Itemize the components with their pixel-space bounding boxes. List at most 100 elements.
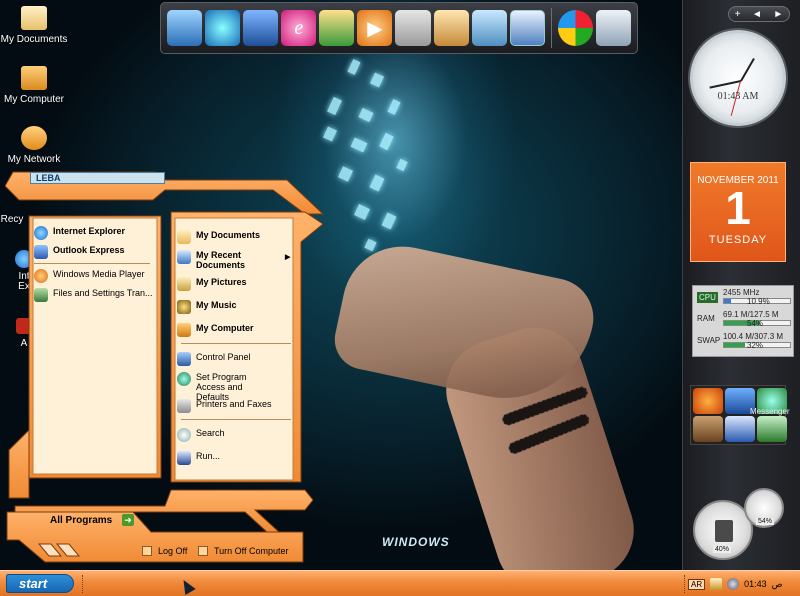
menu-item-printers-faxes[interactable]: Printers and Faxes: [177, 399, 272, 413]
menu-item-label: Run...: [196, 451, 221, 461]
wallpaper-shard: [396, 158, 408, 172]
dock-toolbar: e ▶: [160, 2, 638, 54]
menu-item-label: My Music: [196, 300, 237, 310]
start-menu-user-name: LEBA: [30, 172, 165, 184]
photo-icon[interactable]: [319, 10, 355, 46]
menu-item-my-recent-documents[interactable]: My Recent Documents ▶: [177, 250, 290, 270]
log-off-button[interactable]: Log Off: [142, 546, 187, 556]
menu-item-my-pictures[interactable]: My Pictures: [177, 277, 247, 291]
wallpaper-shard: [387, 98, 401, 116]
meter-row-cpu: CPU 2455 MHz 10.9%: [695, 288, 791, 310]
internet-explorer-icon[interactable]: e: [281, 10, 317, 46]
system-meter-gadget[interactable]: CPU 2455 MHz 10.9% RAM 69.1 M/127.5 M 54…: [692, 285, 794, 357]
word-icon[interactable]: [725, 416, 755, 442]
internet-explorer-icon: [34, 226, 48, 240]
power-icon: [198, 546, 208, 556]
pen-tool-icon[interactable]: [757, 416, 787, 442]
notes-icon[interactable]: [471, 10, 507, 46]
language-indicator[interactable]: AR: [688, 578, 706, 590]
menu-separator: [181, 419, 291, 420]
gimp-icon[interactable]: [693, 416, 723, 442]
menu-item-set-program-access[interactable]: Set Program Access and Defaults: [177, 372, 277, 402]
wallpaper-shard: [369, 174, 385, 192]
media-player-icon: [34, 269, 48, 283]
folder-icon: [21, 6, 47, 30]
recycle-bin-icon[interactable]: [595, 10, 631, 46]
wallpaper-shard: [364, 238, 377, 252]
meter-value: 2455 MHz: [723, 288, 760, 297]
calculator-icon[interactable]: [395, 10, 431, 46]
menu-item-windows-media-player[interactable]: Windows Media Player: [34, 269, 145, 283]
menu-item-my-documents[interactable]: My Documents: [177, 230, 260, 244]
menu-item-files-settings-transfer[interactable]: Files and Settings Tran...: [34, 288, 153, 302]
computer-icon: [177, 323, 191, 337]
calendar-gadget[interactable]: NOVEMBER 2011 1 TUESDAY: [690, 162, 786, 262]
wallpaper-shard: [354, 204, 370, 220]
menu-item-label: Internet Explorer: [53, 226, 126, 236]
wallpaper-logo-text: WINDOWS: [382, 535, 450, 549]
all-programs-button[interactable]: All Programs: [50, 515, 112, 526]
turn-off-computer-button[interactable]: Turn Off Computer: [198, 546, 289, 556]
menu-item-internet-explorer[interactable]: Internet Explorer: [34, 226, 125, 240]
network-icon: [21, 126, 47, 150]
turn-off-label: Turn Off Computer: [214, 546, 289, 556]
dock-separator: [550, 8, 552, 48]
folder-icon: [177, 230, 191, 244]
menu-item-run[interactable]: Run...: [177, 451, 220, 465]
start-button[interactable]: start: [6, 574, 74, 593]
menu-item-my-music[interactable]: My Music: [177, 300, 237, 314]
taskbar-grip[interactable]: [82, 575, 85, 593]
search-icon: [177, 428, 191, 442]
gauge-label: 40%: [713, 546, 732, 553]
meter-row-swap: SWAP 100.4 M/307.3 M 32%: [695, 332, 791, 354]
gauge-icon: [715, 520, 733, 542]
tray-clock[interactable]: 01:43: [744, 579, 767, 589]
clock-minute-hand: [709, 80, 742, 89]
log-off-icon: [142, 546, 152, 556]
media-player-icon[interactable]: ▶: [357, 10, 393, 46]
menu-item-control-panel[interactable]: Control Panel: [177, 352, 251, 366]
monitor-icon[interactable]: [167, 10, 203, 46]
music-icon: [177, 300, 191, 314]
meter-key: CPU: [697, 292, 718, 303]
wallpaper-shard: [350, 137, 368, 153]
previous-page-button[interactable]: ◄: [752, 9, 762, 20]
menu-item-my-computer[interactable]: My Computer: [177, 323, 254, 337]
calendar-weekday: TUESDAY: [708, 234, 768, 246]
memory-gauge-gadget[interactable]: 54%: [744, 488, 784, 528]
taskbar-grip[interactable]: [684, 575, 687, 593]
tools-icon[interactable]: [509, 10, 545, 46]
menu-item-outlook-express[interactable]: Outlook Express: [34, 245, 125, 259]
next-page-button[interactable]: ►: [773, 9, 783, 20]
control-panel-icon: [177, 352, 191, 366]
desktop-icon-my-computer[interactable]: My Computer: [0, 66, 70, 105]
wallpaper-shard: [337, 166, 354, 182]
volume-icon[interactable]: [727, 578, 740, 590]
clock-gadget[interactable]: 01:43 AM: [690, 30, 786, 126]
arrow-right-icon: ➜: [122, 514, 134, 526]
menu-item-label: Windows Media Player: [53, 269, 145, 279]
desktop-icon-my-documents[interactable]: My Documents: [0, 6, 70, 45]
meter-row-ram: RAM 69.1 M/127.5 M 54%: [695, 310, 791, 332]
meter-fill: [724, 343, 746, 347]
start-menu-places-list: My Documents My Recent Documents ▶ My Pi…: [177, 220, 291, 478]
taskbar: start AR 01:43 ص: [0, 570, 800, 596]
meter-key: RAM: [697, 314, 715, 323]
computer-icon: [21, 66, 47, 90]
menu-separator: [181, 343, 291, 344]
recent-documents-icon: [177, 250, 191, 264]
clock-time-text: 01:43 AM: [717, 91, 759, 102]
folder-icon[interactable]: [710, 578, 723, 590]
wallpaper-shard: [379, 132, 394, 151]
menu-item-label: Printers and Faxes: [196, 399, 272, 409]
windows-logo-icon[interactable]: [557, 10, 593, 46]
browser-icon[interactable]: [205, 10, 241, 46]
desktop-icon-label: My Documents: [0, 34, 68, 45]
add-gadget-button[interactable]: +: [735, 9, 741, 20]
menu-item-search[interactable]: Search: [177, 428, 225, 442]
paint-icon[interactable]: [433, 10, 469, 46]
run-icon: [177, 451, 191, 465]
firefox-icon[interactable]: [693, 388, 723, 414]
book-icon[interactable]: [243, 10, 279, 46]
menu-separator: [34, 263, 150, 264]
